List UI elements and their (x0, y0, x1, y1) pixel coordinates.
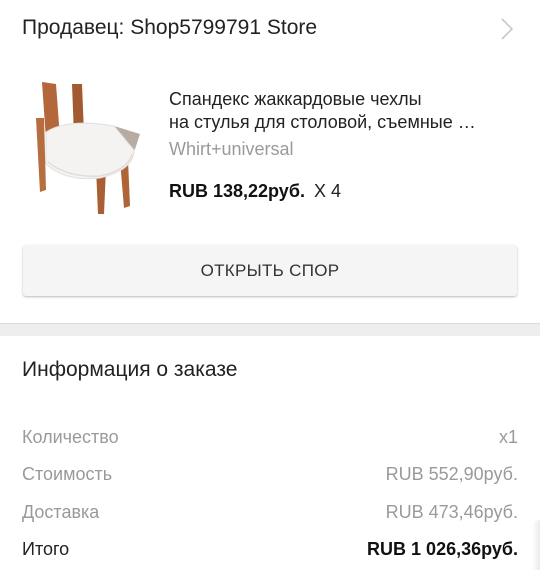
product-price-row: RUB 138,22руб. X 4 (169, 181, 341, 202)
open-dispute-button[interactable]: ОТКРЫТЬ СПОР (23, 245, 517, 296)
summary-value-shipping: RUB 473,46руб. (385, 502, 518, 522)
summary-row-cost: Стоимость RUB 552,90руб. (22, 464, 518, 488)
summary-row-quantity: Количество x1 (22, 427, 518, 451)
summary-value-total: RUB 1 026,36руб. (367, 539, 518, 559)
section-divider (0, 323, 540, 336)
summary-label-quantity: Количество (22, 427, 119, 447)
product-thumbnail[interactable] (22, 78, 154, 216)
summary-label-cost: Стоимость (22, 464, 113, 484)
seller-title: Продавец: Shop5799791 Store (22, 16, 318, 39)
product-item[interactable]: Спандекс жаккардовые чехлы на стулья для… (0, 78, 540, 223)
summary-label-shipping: Доставка (22, 502, 100, 522)
product-title-line-1: Спандекс жаккардовые чехлы (169, 89, 422, 109)
summary-value-cost: RUB 552,90руб. (385, 464, 518, 484)
product-variant: Whirt+universal (169, 139, 294, 159)
chevron-right-icon[interactable] (500, 18, 514, 40)
product-quantity: X 4 (313, 181, 341, 201)
summary-row-total: Итого RUB 1 026,36руб. (22, 539, 518, 563)
summary-row-shipping: Доставка RUB 473,46руб. (22, 502, 518, 526)
edge-shadow (532, 520, 540, 570)
order-info-title: Информация о заказе (22, 358, 238, 381)
summary-label-total: Итого (22, 539, 70, 559)
seller-row[interactable]: Продавец: Shop5799791 Store (0, 0, 540, 60)
summary-value-quantity: x1 (498, 427, 518, 447)
product-price: RUB 138,22руб. (169, 181, 305, 201)
product-title-line-2: на стулья для столовой, съемные … (169, 112, 476, 132)
product-title[interactable]: Спандекс жаккардовые чехлы на стулья для… (169, 88, 519, 134)
